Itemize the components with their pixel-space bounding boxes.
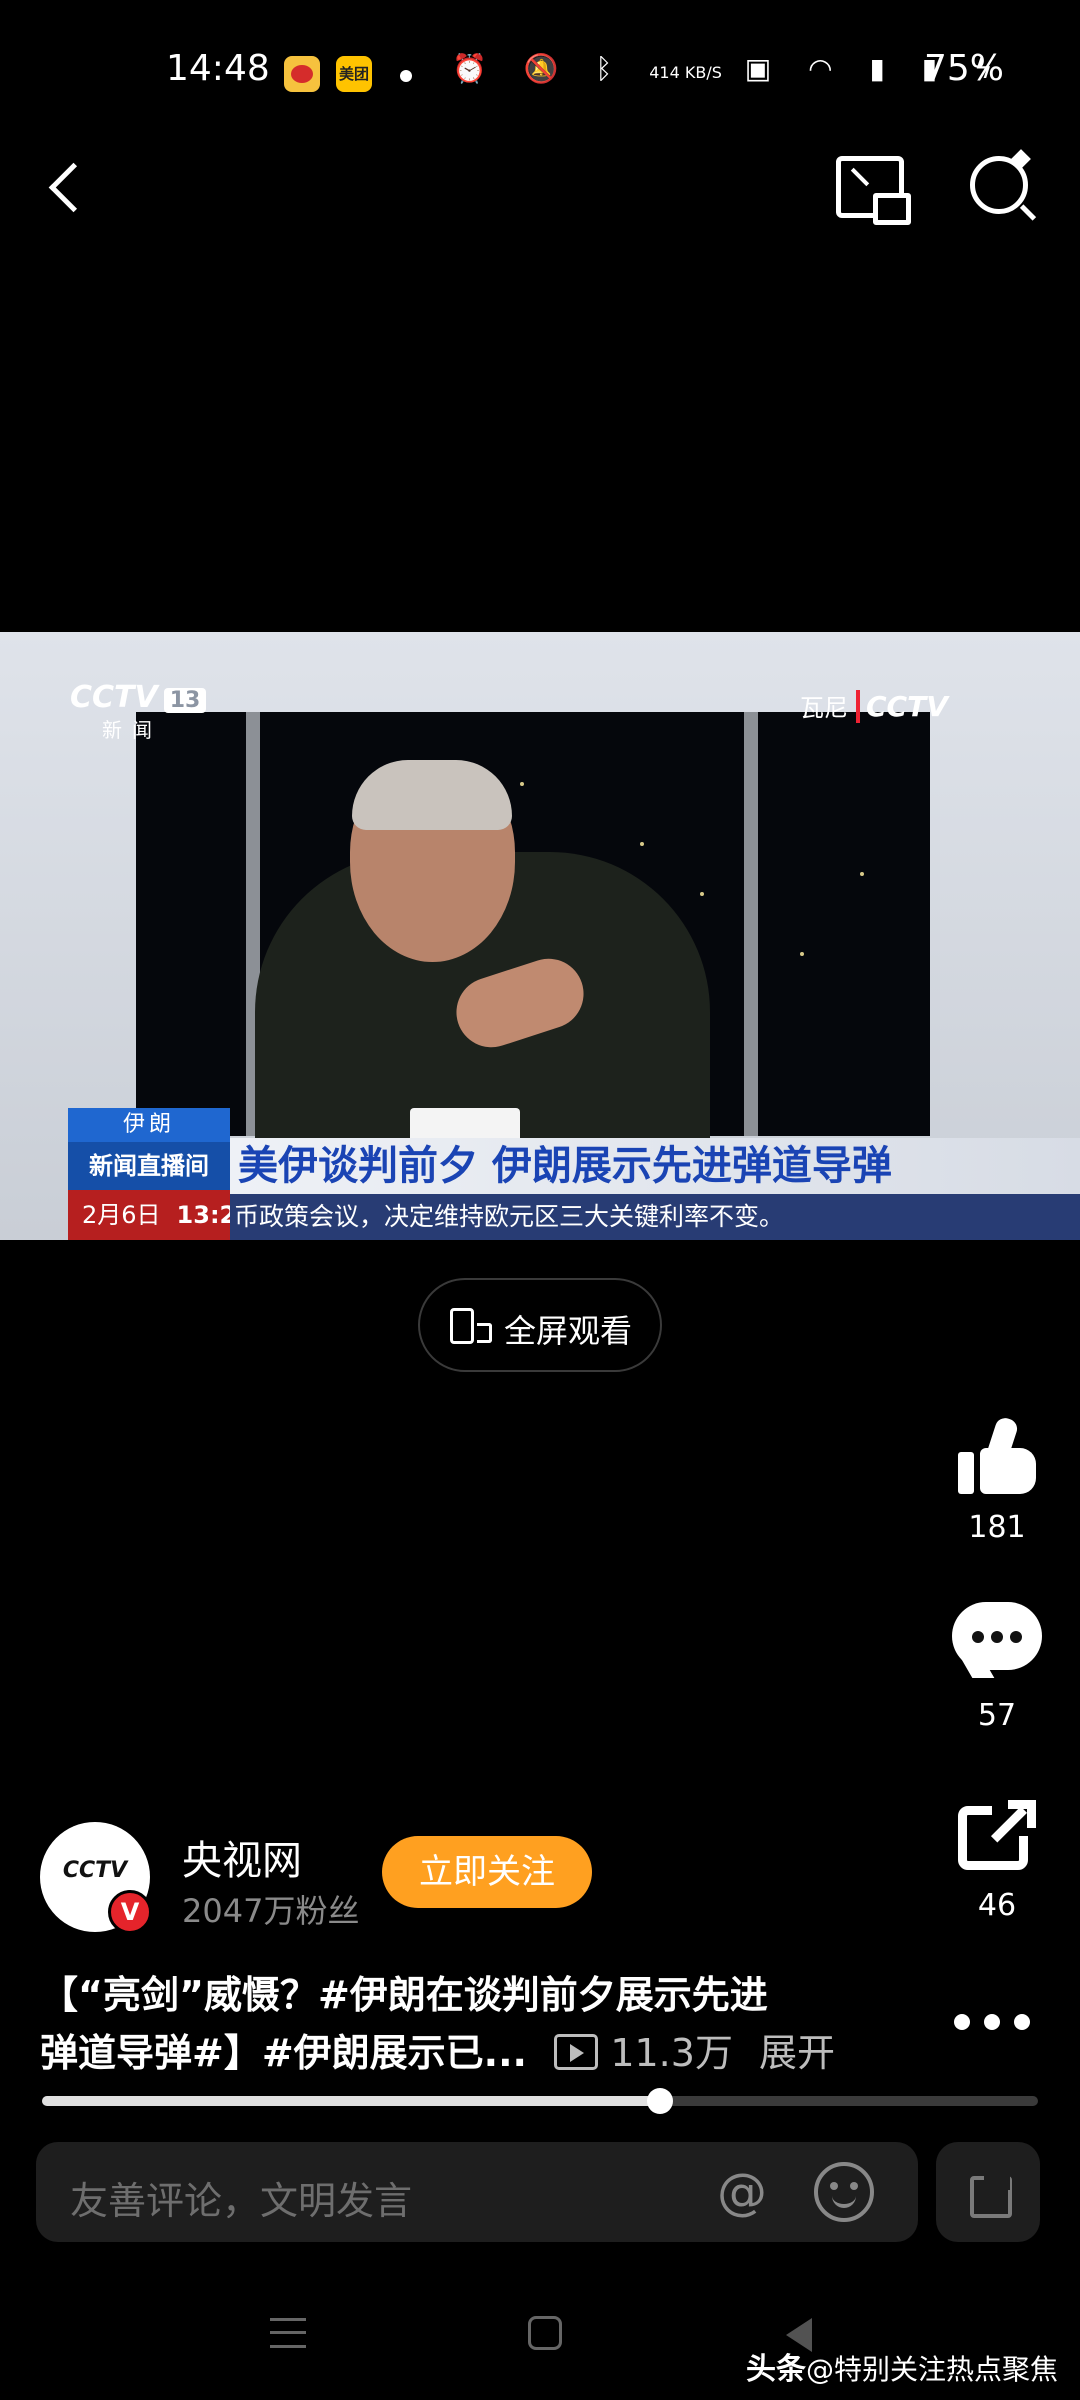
expand-link[interactable]: 展开 <box>759 2031 835 2075</box>
expand-comments-icon[interactable] <box>936 2142 1040 2242</box>
emoji-icon[interactable] <box>814 2162 874 2222</box>
follow-button[interactable]: 立即关注 <box>382 1836 592 1908</box>
status-time: 14:48 <box>166 48 270 89</box>
verified-badge-icon: V <box>108 1890 152 1934</box>
fullscreen-button[interactable]: 全屏观看 <box>418 1278 662 1372</box>
caption-line-1: 【“亮剑”威慑？#伊朗在谈判前夕展示先进 <box>40 1973 768 2017</box>
cctv-watermark: 瓦尼 CCTV <box>800 690 948 723</box>
caption-line-2: 弹道导弹#】#伊朗展示已... <box>40 2031 527 2075</box>
comment-placeholder: 友善评论，文明发言 <box>70 2179 413 2223</box>
play-count: 11.3万 <box>554 2031 745 2075</box>
video-player[interactable]: CCTV 13 新闻 瓦尼 CCTV 伊朗 新闻直播间 2月6日 13:22 美伊谈判… <box>0 632 1080 1240</box>
weibo-icon <box>284 56 320 92</box>
mention-icon[interactable]: @ <box>712 2162 772 2222</box>
progress-fill <box>42 2096 660 2106</box>
channel-logo: CCTV 13 <box>70 680 207 715</box>
video-caption[interactable]: 【“亮剑”威慑？#伊朗在谈判前夕展示先进 弹道导弹#】#伊朗展示已... 11.… <box>40 1966 900 2082</box>
network-speed: 414 KB/S <box>649 63 722 82</box>
progress-handle[interactable] <box>646 2088 673 2114</box>
back-button[interactable] <box>44 160 88 220</box>
home-nav-icon[interactable] <box>528 2316 562 2350</box>
comment-count: 57 <box>977 1698 1017 1733</box>
news-lower-third: 伊朗 新闻直播间 2月6日 13:22 美伊谈判前夕 伊朗展示先进弹道导弹 币政策… <box>68 1108 1080 1240</box>
video-progress-bar[interactable] <box>42 2088 1038 2114</box>
author-name[interactable]: 央视网 <box>182 1828 302 1886</box>
meituan-icon: 美团 <box>336 56 372 92</box>
author-fans: 2047万粉丝 <box>182 1892 360 1930</box>
toutiao-watermark: 头条@特别关注热点聚焦 <box>746 2352 1059 2387</box>
like-count: 181 <box>968 1510 1026 1545</box>
picture-in-picture-icon[interactable] <box>836 156 911 225</box>
share-icon <box>958 1796 1040 1872</box>
status-bar: 14:48 美团 ⏰ 🔕 ᛒ 414 KB/S ▣ ◠ ▮ ▮ ϟ 75% <box>0 40 1080 104</box>
battery-percent: 75% <box>923 48 1004 89</box>
comment-input[interactable]: 友善评论，文明发言 @ <box>36 2142 918 2242</box>
channel-subtitle: 新闻 <box>102 718 162 742</box>
menu-nav-icon[interactable] <box>270 2318 306 2348</box>
window-frame <box>744 712 758 1136</box>
fullscreen-label: 全屏观看 <box>504 1312 633 1350</box>
location-tag: 伊朗 <box>68 1108 230 1142</box>
rotate-screen-icon <box>450 1308 492 1344</box>
notification-dot-icon <box>400 70 412 82</box>
news-headline: 美伊谈判前夕 伊朗展示先进弹道导弹 <box>230 1138 1080 1194</box>
show-name: 新闻直播间 <box>68 1142 230 1190</box>
broadcast-date: 2月6日 13:22 <box>68 1190 253 1240</box>
comment-bubble-icon <box>952 1602 1042 1682</box>
more-options-icon[interactable] <box>954 2008 1034 2038</box>
share-count: 46 <box>977 1888 1017 1923</box>
thumbs-up-icon <box>958 1415 1038 1496</box>
news-ticker: 币政策会议，决定维持欧元区三大关键利率不变。 <box>230 1194 1080 1240</box>
play-count-icon <box>554 2034 599 2070</box>
